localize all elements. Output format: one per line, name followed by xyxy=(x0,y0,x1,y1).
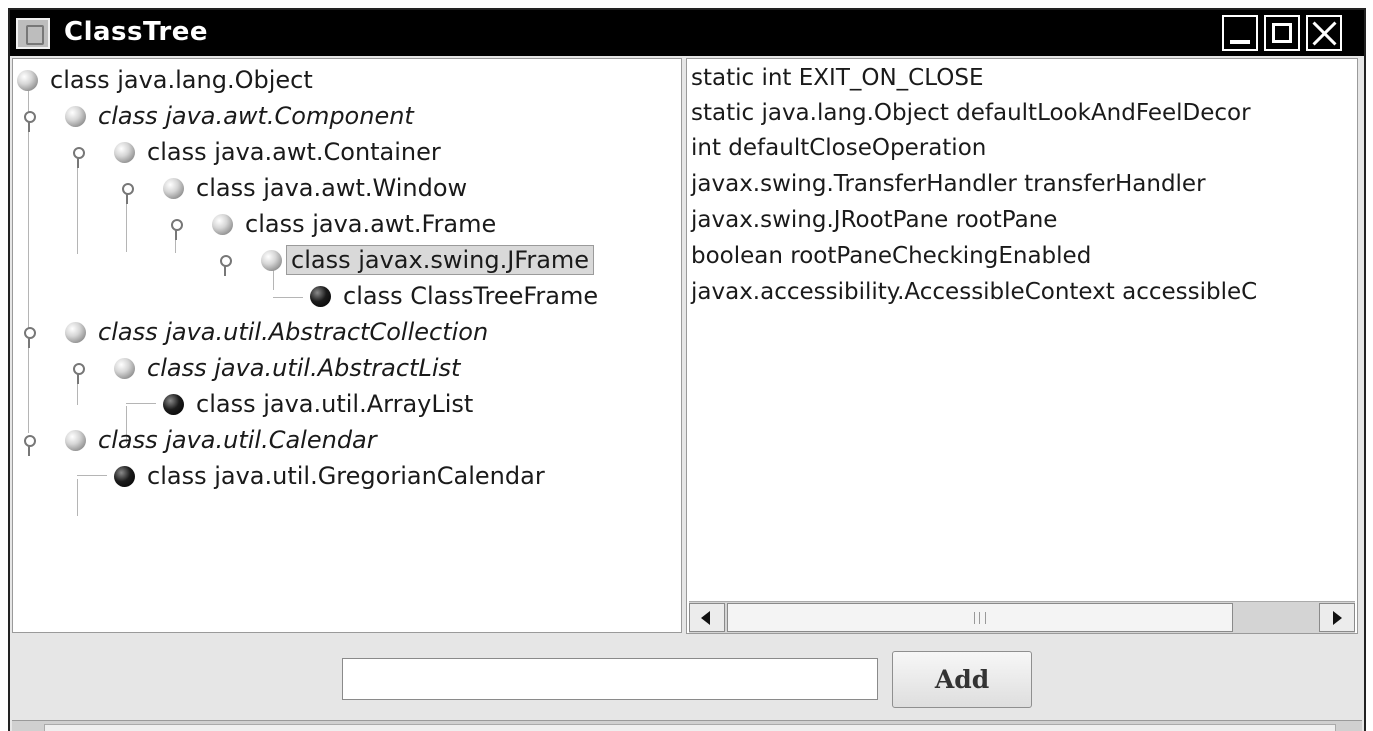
scrollbar-thumb[interactable] xyxy=(727,603,1233,632)
folder-node-icon xyxy=(65,429,86,451)
tree-connector xyxy=(77,479,78,516)
scroll-right-icon[interactable] xyxy=(1319,603,1355,632)
tree-node[interactable]: class java.lang.Object xyxy=(17,63,313,97)
tree-node[interactable]: class java.util.GregorianCalendar xyxy=(114,459,545,493)
tree-node-label: class java.awt.Container xyxy=(147,138,441,166)
tree-connector xyxy=(77,475,107,476)
tree-node-label: class java.lang.Object xyxy=(50,66,313,94)
maximize-button[interactable] xyxy=(1264,15,1300,51)
tree-node[interactable]: class java.util.ArrayList xyxy=(163,387,473,421)
tree-node[interactable]: class java.awt.Container xyxy=(114,135,441,169)
collapse-handle[interactable] xyxy=(170,219,183,241)
tree-node-label: class java.awt.Component xyxy=(98,102,414,130)
collapse-handle[interactable] xyxy=(219,255,232,277)
collapse-handle[interactable] xyxy=(23,435,36,457)
folder-node-icon xyxy=(114,357,135,379)
field-item[interactable]: static java.lang.Object defaultLookAndFe… xyxy=(691,96,1251,131)
tree-node[interactable]: class java.util.AbstractList xyxy=(114,351,460,385)
tree-node-label: class java.util.ArrayList xyxy=(196,390,474,418)
collapse-handle[interactable] xyxy=(72,147,85,169)
window-menu-icon[interactable] xyxy=(16,18,50,49)
field-item[interactable]: static int EXIT_ON_CLOSE xyxy=(691,61,983,96)
collapse-handle[interactable] xyxy=(72,363,85,385)
classtree-window: ClassTree class java.lang.Object class j… xyxy=(8,8,1366,731)
tree-node[interactable]: class java.awt.Component xyxy=(65,99,414,133)
input-bar: Add xyxy=(12,638,1362,731)
tree-connector xyxy=(28,85,29,433)
window-title: ClassTree xyxy=(64,17,208,47)
folder-node-icon xyxy=(17,69,38,91)
tree-node-label: class ClassTreeFrame xyxy=(343,282,599,310)
tree-node-label: class java.awt.Window xyxy=(196,174,468,202)
tree-node[interactable]: class ClassTreeFrame xyxy=(310,279,598,313)
title-bar[interactable]: ClassTree xyxy=(10,10,1364,56)
tree-node-label: class javax.swing.JFrame xyxy=(286,245,595,275)
collapse-handle[interactable] xyxy=(23,327,36,349)
class-name-input[interactable] xyxy=(342,658,878,700)
folder-node-icon xyxy=(114,141,135,163)
add-button[interactable]: Add xyxy=(892,651,1032,708)
tree-node-label: class java.util.AbstractList xyxy=(147,354,461,382)
folder-node-icon xyxy=(163,177,184,199)
tree-node[interactable]: class java.util.Calendar xyxy=(65,423,377,457)
field-item[interactable]: int defaultCloseOperation xyxy=(691,131,986,166)
minimize-button[interactable] xyxy=(1222,15,1258,51)
tree-node[interactable]: class java.awt.Frame xyxy=(212,207,496,241)
tree-node-label: class java.util.AbstractCollection xyxy=(98,318,489,346)
horizontal-scrollbar[interactable] xyxy=(689,601,1355,633)
close-button[interactable] xyxy=(1306,15,1342,51)
tree-connector xyxy=(77,156,78,254)
tree-connector xyxy=(126,403,156,404)
grip-icon xyxy=(974,612,986,624)
tree-node-label: class java.awt.Frame xyxy=(245,210,497,238)
folder-node-icon xyxy=(261,249,282,271)
field-item[interactable]: javax.swing.JRootPane rootPane xyxy=(691,203,1057,238)
leaf-node-icon xyxy=(114,465,135,487)
tree-node-selected[interactable]: class javax.swing.JFrame xyxy=(261,243,595,277)
folder-node-icon xyxy=(65,321,86,343)
tree-node[interactable]: class java.awt.Window xyxy=(163,171,467,205)
tree-connector xyxy=(273,297,303,298)
class-tree[interactable]: class java.lang.Object class java.awt.Co… xyxy=(12,58,682,633)
folder-node-icon xyxy=(212,213,233,235)
fields-list[interactable]: static int EXIT_ON_CLOSE static java.lan… xyxy=(686,58,1358,634)
leaf-node-icon xyxy=(163,393,184,415)
collapse-handle[interactable] xyxy=(23,111,36,133)
folder-node-icon xyxy=(65,105,86,127)
collapse-handle[interactable] xyxy=(121,183,134,205)
tree-node[interactable]: class java.util.AbstractCollection xyxy=(65,315,488,349)
field-item[interactable]: javax.accessibility.AccessibleContext ac… xyxy=(691,275,1257,310)
field-item[interactable]: boolean rootPaneCheckingEnabled xyxy=(691,239,1091,274)
leaf-node-icon xyxy=(310,285,331,307)
tree-node-label: class java.util.GregorianCalendar xyxy=(147,462,545,490)
scroll-left-icon[interactable] xyxy=(689,603,725,632)
lower-window-edge xyxy=(12,720,1362,731)
field-item[interactable]: javax.swing.TransferHandler transferHand… xyxy=(691,167,1206,202)
tree-node-label: class java.util.Calendar xyxy=(98,426,377,454)
